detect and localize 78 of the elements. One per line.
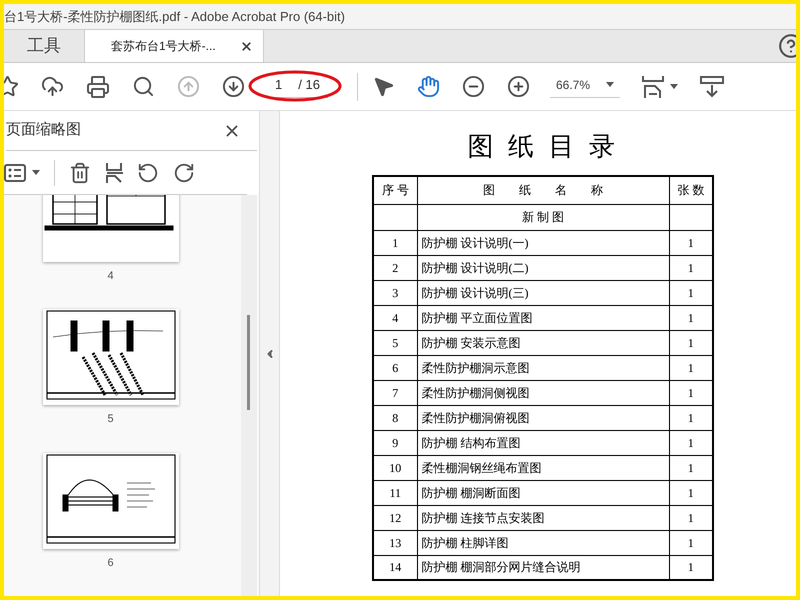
table-cell: 防护棚 安装示意图 [422, 336, 520, 350]
table-cell: 12 [389, 510, 402, 524]
table-cell: 7 [392, 386, 398, 400]
table-cell: 1 [688, 536, 694, 550]
table-cell: 6 [392, 360, 398, 374]
pointer-icon[interactable] [372, 75, 395, 98]
delete-icon[interactable] [69, 162, 91, 184]
rotate-left-icon[interactable] [137, 162, 159, 184]
table-cell: 防护棚 设计说明(二) [422, 260, 528, 274]
split-page-icon[interactable] [105, 162, 123, 184]
table-cell: 1 [392, 236, 398, 250]
table-cell: 10 [389, 460, 402, 474]
zoom-dropdown[interactable]: 66.7% [550, 76, 620, 98]
page-fit-icon[interactable] [642, 74, 664, 98]
table-cell: 柔性防护棚洞示意图 [422, 360, 530, 374]
tab[interactable]: 套苏布台1号大桥-... [84, 30, 264, 62]
print-icon[interactable] [86, 74, 110, 98]
page-number-value: 1 [275, 76, 282, 94]
section-title: 新 制 图 [522, 210, 564, 224]
table-cell: 柔性防护棚洞俯视图 [422, 410, 530, 424]
list-options-icon[interactable] [4, 164, 26, 182]
table-cell: 1 [688, 510, 694, 524]
table-cell: 1 [688, 310, 694, 324]
table-cell: 1 [688, 486, 694, 500]
table-cell: 柔性棚洞钢丝绳布置图 [422, 460, 542, 474]
page-thumbnail[interactable] [42, 309, 178, 406]
table-cell: 1 [688, 386, 694, 400]
table-cell: 1 [688, 410, 694, 424]
column-header: 张 数 [677, 183, 704, 198]
table-cell: 防护棚 结构布置图 [422, 436, 520, 450]
table-cell: 3 [392, 286, 398, 300]
table-cell: 防护棚 棚洞断面图 [422, 486, 520, 500]
page-count: / 16 [298, 76, 320, 94]
table-cell: 防护棚 柱脚详图 [422, 536, 508, 550]
table-cell: 1 [688, 360, 694, 374]
table-cell: 防护棚 平立面位置图 [422, 310, 532, 324]
close-icon[interactable] [240, 40, 253, 52]
table-cell: 防护棚 设计说明(三) [422, 286, 528, 300]
table-cell: 8 [392, 410, 398, 424]
window-title: 台1号大桥-柔性防护棚图纸.pdf - Adobe Acrobat Pro (64-bit) [4, 8, 345, 26]
table-cell: 柔性防护棚洞侧视图 [422, 386, 530, 400]
caret-icon [606, 82, 614, 87]
column-header: 序 号 [382, 183, 409, 198]
page-number-label: 4 [107, 269, 114, 284]
rotate-right-icon[interactable] [173, 162, 195, 184]
table-cell: 防护棚 连接节点安装图 [422, 510, 544, 524]
document-heading: 图 纸 目 录 [467, 131, 619, 163]
table-cell: 防护棚 棚洞部分网片缝合说明 [422, 560, 580, 574]
scrollbar-thumb[interactable] [247, 315, 250, 410]
ruler-download-icon[interactable] [700, 76, 724, 98]
table-cell: 1 [688, 560, 694, 574]
table-cell: 1 [688, 236, 694, 250]
cloud-upload-icon[interactable] [41, 75, 64, 98]
table-cell: 1 [688, 460, 694, 474]
panel-title: 页面缩略图 [6, 120, 81, 140]
page-number-label: 5 [107, 412, 114, 428]
next-page-icon[interactable] [222, 75, 245, 98]
column-header: 图 纸 名 称 [483, 183, 603, 198]
table-cell: 11 [389, 486, 402, 500]
table-cell: 1 [688, 436, 694, 450]
table-cell: 4 [392, 310, 398, 324]
table-cell: 1 [688, 260, 694, 274]
table-cell: 1 [688, 336, 694, 350]
table-cell: 2 [392, 260, 398, 274]
search-icon[interactable] [132, 75, 155, 98]
caret-icon [670, 84, 678, 89]
table-cell: 防护棚 设计说明(一) [422, 236, 528, 250]
zoom-out-icon[interactable] [462, 75, 485, 98]
zoom-in-icon[interactable] [507, 75, 530, 98]
table-cell: 14 [389, 560, 402, 574]
hand-icon[interactable] [417, 75, 440, 98]
caret-icon [32, 170, 40, 175]
page-thumbnail[interactable] [42, 452, 178, 549]
table-cell: 1 [688, 286, 694, 300]
page-number-label: 6 [107, 556, 114, 571]
table-cell: 9 [392, 436, 398, 450]
table-cell: 13 [389, 536, 402, 550]
table-cell: 5 [392, 336, 398, 350]
